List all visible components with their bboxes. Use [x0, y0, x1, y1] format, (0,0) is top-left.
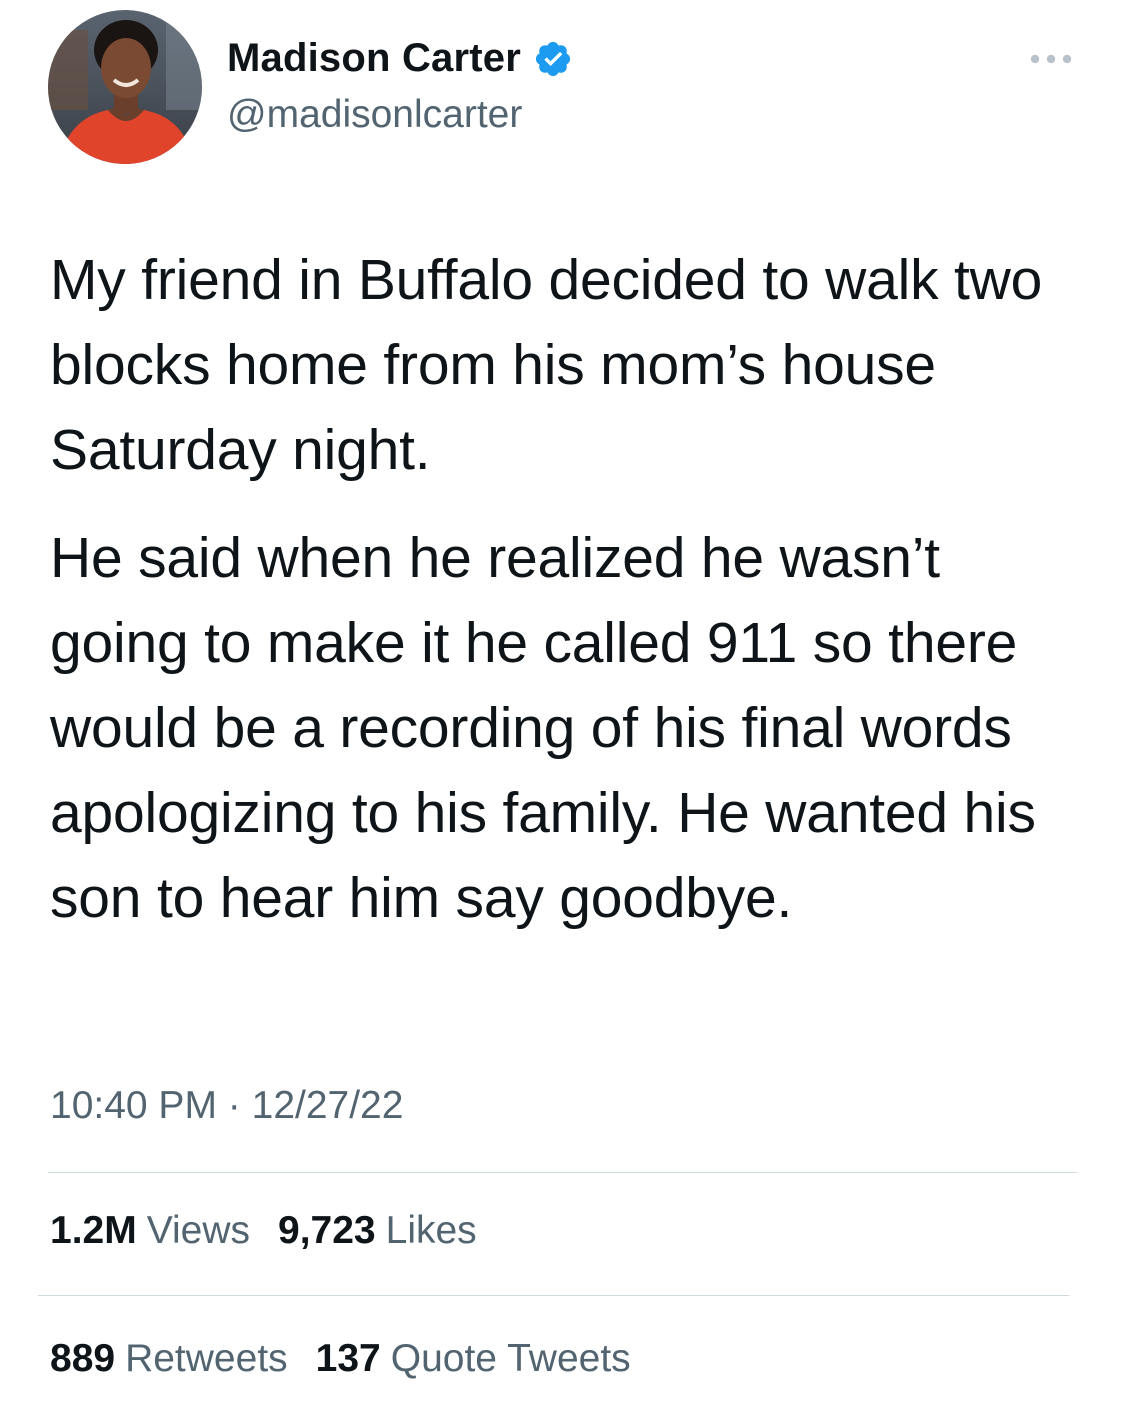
likes-label: Likes	[385, 1209, 477, 1252]
quote-tweets-label: Quote Tweets	[390, 1337, 631, 1380]
quote-tweets-count: 137	[315, 1337, 381, 1380]
timestamp-separator: ·	[227, 1084, 241, 1127]
verified-badge-icon	[533, 39, 573, 79]
retweets-stat[interactable]: 889 Retweets	[50, 1337, 288, 1381]
stats-row-views-likes: 1.2M Views 9,723 Likes	[50, 1209, 505, 1253]
tweet-container: Madison Carter @madisonlcarter My friend…	[0, 0, 1125, 1402]
tweet-text: My friend in Buffalo decided to walk two…	[50, 238, 1090, 941]
more-horizontal-icon[interactable]	[1027, 46, 1075, 72]
quote-tweets-stat[interactable]: 137 Quote Tweets	[316, 1337, 631, 1381]
tweet-paragraph: He said when he realized he wasn’t going…	[50, 526, 1036, 930]
divider	[48, 1172, 1077, 1173]
views-stat[interactable]: 1.2M Views	[50, 1209, 250, 1253]
display-name[interactable]: Madison Carter	[227, 36, 521, 81]
views-label: Views	[146, 1209, 251, 1252]
divider	[38, 1295, 1069, 1296]
likes-count: 9,723	[278, 1209, 376, 1252]
retweets-label: Retweets	[125, 1337, 288, 1380]
tweet-date: 12/27/22	[251, 1084, 404, 1127]
user-handle[interactable]: @madisonlcarter	[227, 93, 522, 137]
avatar[interactable]	[48, 10, 202, 164]
likes-stat[interactable]: 9,723 Likes	[278, 1209, 477, 1253]
tweet-paragraph: My friend in Buffalo decided to walk two…	[50, 248, 1043, 482]
name-row: Madison Carter	[227, 36, 573, 81]
tweet-timestamp[interactable]: 10:40 PM · 12/27/22	[50, 1084, 403, 1128]
avatar-photo	[48, 10, 202, 164]
tweet-time: 10:40 PM	[50, 1084, 217, 1127]
stats-row-retweets-quotes: 889 Retweets 137 Quote Tweets	[50, 1337, 659, 1381]
retweets-count: 889	[50, 1337, 116, 1380]
views-count: 1.2M	[50, 1209, 137, 1252]
